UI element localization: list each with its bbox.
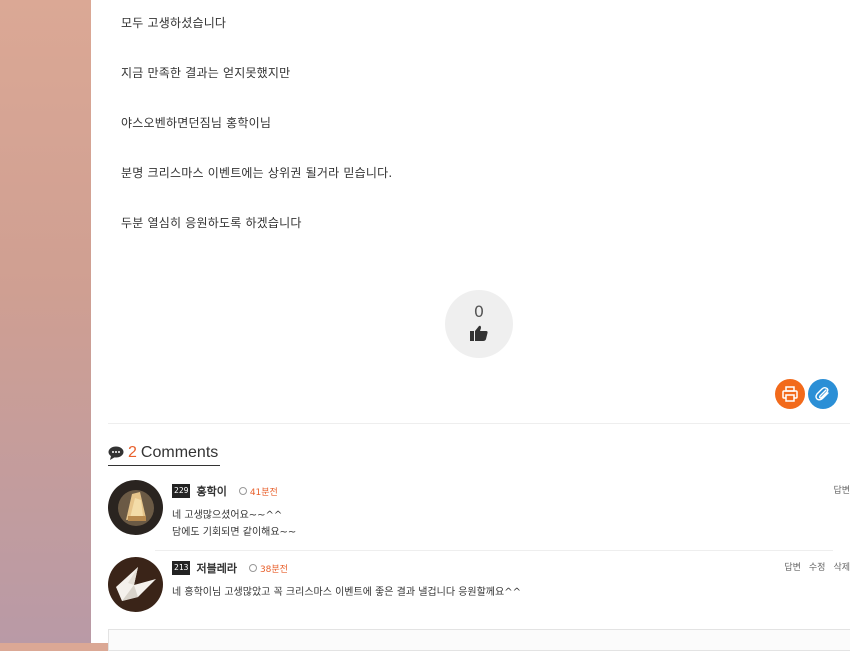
level-badge: 229 [172, 484, 191, 498]
thumbs-up-icon [470, 325, 488, 341]
paperclip-icon [815, 386, 829, 401]
delete-link[interactable]: 삭제 [833, 560, 850, 573]
comment-line: 네 고생많으셨어요~~^^ [172, 510, 283, 521]
like-count: 0 [473, 302, 485, 321]
level-badge: 213 [172, 561, 191, 575]
post-line: 지금 만족한 결과는 얻지못했지만 [121, 66, 291, 80]
post-line: 모두 고생하셨습니다 [121, 16, 227, 30]
clock-icon [248, 564, 257, 572]
avatar[interactable] [108, 557, 163, 612]
comment-time: 41분전 [238, 485, 278, 498]
comments-count: 2 [128, 444, 137, 461]
post-body: 모두 고생하셨습니다 지금 만족한 결과는 얻지못했지만 야스오벤하면던짐님 홍… [121, 14, 392, 264]
like-button[interactable]: 0 [445, 290, 513, 358]
post-line: 분명 크리스마스 이벤트에는 상위권 될거라 믿습니다. [121, 166, 393, 180]
comment-time: 38분전 [248, 562, 288, 575]
reply-link[interactable]: 답변 [784, 560, 801, 573]
comment-item: 213 저블레라 38분전 답변 수정 삭제 네 홍학이님 고생많았고 꼭 크리… [108, 557, 850, 617]
edit-link[interactable]: 수정 [809, 560, 826, 573]
comment-actions: 답변 수정 삭제 [784, 560, 850, 573]
comment-line: 네 홍학이님 고생많았고 꼭 크리스마스 이벤트에 좋은 결과 낼겁니다 응원할… [172, 587, 521, 598]
print-button[interactable] [775, 379, 805, 409]
comment-author[interactable]: 홍학이 [196, 483, 226, 499]
comment-meta: 229 홍학이 41분전 [172, 483, 278, 499]
comments-label: Comments [140, 444, 219, 461]
reply-link[interactable]: 답변 [833, 483, 850, 496]
post-line: 두분 열심히 응원하도록 하겠습니다 [121, 216, 302, 230]
divider [108, 423, 850, 424]
comment-input[interactable] [108, 629, 850, 651]
comment-text: 네 홍학이님 고생많았고 꼭 크리스마스 이벤트에 좋은 결과 낼겁니다 응원할… [172, 584, 521, 601]
post-line: 야스오벤하면던짐님 홍학이님 [121, 116, 272, 130]
comment-author[interactable]: 저블레라 [196, 560, 236, 576]
comment-bubble-icon [108, 446, 124, 460]
comments-header: 2 Comments [108, 441, 221, 466]
print-icon [782, 386, 798, 402]
comment-line: 담에도 기회되면 같이해요~~ [172, 527, 297, 538]
comment-meta: 213 저블레라 38분전 [172, 560, 288, 576]
clock-icon [238, 487, 247, 495]
comment-item: 229 홍학이 41분전 답변 네 고생많으셨어요~~^^ 담에도 기회되면 같… [108, 480, 850, 550]
avatar[interactable] [108, 480, 163, 535]
attach-button[interactable] [808, 379, 838, 409]
post-page: 모두 고생하셨습니다 지금 만족한 결과는 얻지못했지만 야스오벤하면던짐님 홍… [91, 0, 850, 651]
comment-divider [155, 550, 833, 551]
comment-text: 네 고생많으셨어요~~^^ 담에도 기회되면 같이해요~~ [172, 507, 296, 541]
comment-actions: 답변 [833, 483, 850, 496]
comment-time-text: 38분전 [259, 564, 288, 575]
comment-time-text: 41분전 [249, 487, 278, 498]
